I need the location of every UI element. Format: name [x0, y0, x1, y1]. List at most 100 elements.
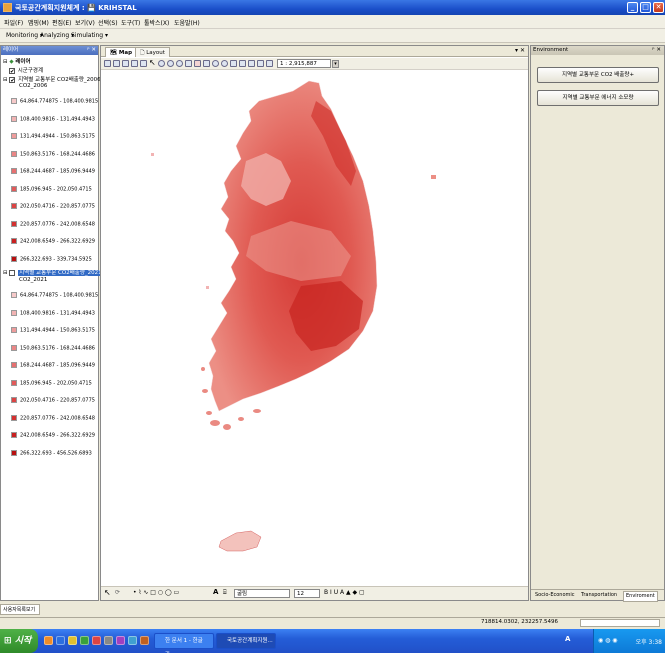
- layer-checkbox[interactable]: ✔: [9, 67, 15, 75]
- scale-dropdown-icon[interactable]: ▾: [332, 60, 339, 68]
- legend-item[interactable]: 150,863.5176 - 168,244.4686: [11, 344, 95, 351]
- cut-icon[interactable]: [131, 60, 138, 67]
- panel-pin-close[interactable]: ᵖ ✕: [87, 46, 96, 55]
- jeju-island[interactable]: [218, 530, 262, 552]
- font-name-select[interactable]: 굴림: [234, 589, 290, 598]
- quicklaunch-icon[interactable]: [92, 636, 101, 645]
- layer-item-boundary[interactable]: ✔ 시군구경계: [9, 66, 43, 75]
- legend-item[interactable]: 202,050.4716 - 220,857.0775: [11, 397, 95, 404]
- forward-extent-icon[interactable]: [257, 60, 264, 67]
- legend-item[interactable]: 168,244.4687 - 185,096.9449: [11, 168, 95, 175]
- text-tool-icon[interactable]: A: [213, 588, 218, 596]
- tab-enviroment[interactable]: Enviroment: [623, 591, 658, 602]
- measure-icon[interactable]: [230, 60, 237, 67]
- menu-select[interactable]: 선택(S): [98, 18, 118, 27]
- task-krihstal[interactable]: 국토공간계획지원...: [216, 633, 276, 649]
- legend-item[interactable]: 242,008.6549 - 266,322.6929: [11, 238, 95, 245]
- layer-item-co2-2006[interactable]: ⊟ ✔ 지역별 교통부문 CO2배출량_2006: [3, 75, 101, 84]
- legend-item[interactable]: 150,863.5176 - 168,244.4686: [11, 150, 95, 157]
- open-icon[interactable]: [104, 60, 111, 67]
- copy-icon[interactable]: [140, 60, 147, 67]
- tab-socio-economic[interactable]: Socio-Economic: [533, 591, 577, 600]
- layer-checkbox[interactable]: ✔: [9, 76, 16, 84]
- legend-item[interactable]: 64,864.774875 - 108,400.9815: [11, 292, 98, 299]
- collapse-icon[interactable]: ⊟: [3, 59, 8, 65]
- menu-tools[interactable]: 도구(T): [121, 18, 140, 27]
- quicklaunch-icon[interactable]: [80, 636, 89, 645]
- legend-item[interactable]: 131,494.4944 - 150,863.5175: [11, 327, 95, 334]
- energy-consumption-button[interactable]: 지역별 교통부문 에너지 소모량: [537, 90, 659, 106]
- globe-icon[interactable]: [221, 60, 228, 67]
- legend-item[interactable]: 266,322.693 - 456,526.6893: [11, 449, 92, 456]
- menu-help[interactable]: 도움말(H): [174, 18, 200, 27]
- draw-shapes-icon[interactable]: • ⌇ ∿ □ ○ ◯ ▭: [133, 589, 179, 596]
- co2-emission-button[interactable]: 지역별 교통부문 CO2 배출량+: [537, 67, 659, 83]
- quicklaunch-icon[interactable]: [56, 636, 65, 645]
- layer-item-co2-2021[interactable]: ⊟ 지역별 교통부문 CO2배출량_2021: [3, 268, 103, 276]
- select-icon[interactable]: [194, 60, 201, 67]
- legend-item[interactable]: 185,096.945 - 202,050.4715: [11, 379, 92, 386]
- collapse-icon[interactable]: ⊟: [3, 77, 8, 83]
- tab-layout[interactable]: 🗋 Layout: [135, 47, 170, 57]
- simulating-menu[interactable]: Simulating ▾: [71, 32, 108, 39]
- map-canvas[interactable]: [101, 71, 528, 585]
- legend-item[interactable]: 108,400.9816 - 131,494.4943: [11, 115, 95, 122]
- quicklaunch-icon[interactable]: [104, 636, 113, 645]
- analyzing-menu[interactable]: Analyzing ▾: [40, 32, 74, 39]
- language-indicator[interactable]: A: [565, 635, 570, 643]
- tab-transportation[interactable]: Transportation: [579, 591, 619, 600]
- maximize-button[interactable]: □: [640, 2, 651, 13]
- full-extent-icon[interactable]: [185, 60, 192, 67]
- user-list-tab[interactable]: 사용자목록보기: [0, 604, 40, 615]
- legend-item[interactable]: 64,864.774875 - 108,400.9815: [11, 98, 98, 105]
- menu-file[interactable]: 파일(F): [4, 18, 23, 27]
- start-button[interactable]: ⊞ 시작: [0, 629, 38, 653]
- legend-item[interactable]: 131,494.4944 - 150,863.5175: [11, 133, 95, 140]
- text-style-icons[interactable]: B I U A ▲ ◆ ▢: [324, 589, 365, 596]
- layer-checkbox[interactable]: [9, 269, 16, 276]
- legend-item[interactable]: 220,857.0776 - 242,008.6548: [11, 414, 95, 421]
- legend-item[interactable]: 185,096.945 - 202,050.4715: [11, 185, 92, 192]
- quicklaunch-icon[interactable]: [44, 636, 53, 645]
- print-icon[interactable]: [122, 60, 129, 67]
- collapse-icon[interactable]: ⊟: [3, 270, 8, 276]
- pointer-icon[interactable]: ↖: [149, 59, 156, 67]
- zoom-window-icon[interactable]: [176, 60, 183, 67]
- west-islet[interactable]: [151, 153, 154, 156]
- panel-pin-close[interactable]: ᵖ ✕: [652, 46, 661, 55]
- rotate-icon[interactable]: ⟳: [115, 589, 120, 596]
- pan-icon[interactable]: [203, 60, 210, 67]
- save-icon[interactable]: [113, 60, 120, 67]
- hyperlink-icon[interactable]: [239, 60, 246, 67]
- back-extent-icon[interactable]: [248, 60, 255, 67]
- minimize-button[interactable]: _: [627, 2, 638, 13]
- quicklaunch-icon[interactable]: [116, 636, 125, 645]
- tray-icons[interactable]: ◉ ◍ ◉: [598, 637, 618, 644]
- refresh-icon[interactable]: [266, 60, 273, 67]
- legend-item[interactable]: 266,322.693 - 339,734.5925: [11, 255, 92, 262]
- legend-item[interactable]: 108,400.9816 - 131,494.4943: [11, 309, 95, 316]
- legend-item[interactable]: 202,050.4716 - 220,857.0775: [11, 203, 95, 210]
- font-size-select[interactable]: 12: [294, 589, 320, 598]
- menu-edit[interactable]: 편집(E): [52, 18, 72, 27]
- monitoring-menu[interactable]: Monitoring ▾: [6, 32, 43, 39]
- map-panel-close-icon[interactable]: ▾ ✕: [515, 47, 525, 54]
- west-islet[interactable]: [206, 286, 209, 289]
- task-hwp-document[interactable]: 한 문서 1 - 한글과...: [154, 633, 214, 653]
- tab-map[interactable]: 🗺 Map: [105, 47, 138, 57]
- layer-root[interactable]: ⊟ ◆ 레이어: [3, 57, 31, 65]
- quicklaunch-icon[interactable]: [140, 636, 149, 645]
- callout-icon[interactable]: ⌸: [223, 589, 227, 597]
- menu-view[interactable]: 보기(V): [75, 18, 95, 27]
- identify-icon[interactable]: [212, 60, 219, 67]
- quicklaunch-icon[interactable]: [128, 636, 137, 645]
- legend-item[interactable]: 168,244.4687 - 185,096.9449: [11, 362, 95, 369]
- ulleung-island[interactable]: [431, 175, 436, 179]
- zoom-in-icon[interactable]: [158, 60, 165, 67]
- legend-item[interactable]: 220,857.0776 - 242,008.6548: [11, 220, 95, 227]
- close-button[interactable]: ✕: [653, 2, 664, 13]
- zoom-out-icon[interactable]: [167, 60, 174, 67]
- menu-mapping[interactable]: 맵핑(M): [28, 18, 49, 27]
- legend-item[interactable]: 242,008.6549 - 266,322.6929: [11, 432, 95, 439]
- select-element-icon[interactable]: ↖: [104, 588, 111, 597]
